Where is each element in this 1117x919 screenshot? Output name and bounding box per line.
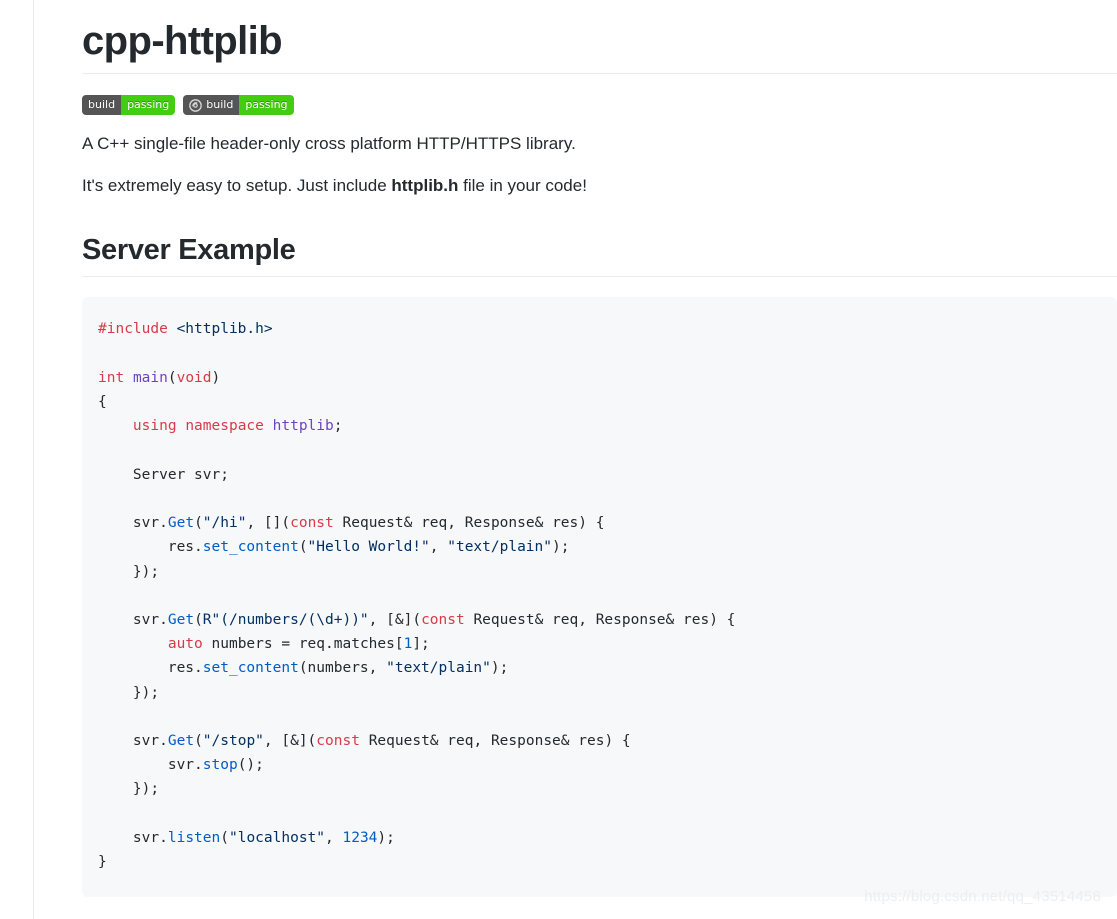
badge-row: build passing build passing xyxy=(82,95,1117,115)
setup-paragraph-prefix: It's extremely easy to setup. Just inclu… xyxy=(82,176,392,196)
appveyor-badge-status: passing xyxy=(239,95,294,115)
server-example-heading: Server Example xyxy=(82,233,296,266)
setup-paragraph: It's extremely easy to setup. Just inclu… xyxy=(82,173,1117,199)
intro-paragraph: A C++ single-file header-only cross plat… xyxy=(82,134,576,153)
code-content: #include <httplib.h> int main(void) { us… xyxy=(98,321,736,870)
title-divider xyxy=(82,73,1117,74)
travis-badge-status: passing xyxy=(121,95,176,115)
appveyor-build-badge[interactable]: build passing xyxy=(183,95,294,115)
appveyor-badge-label: build xyxy=(206,98,234,111)
travis-badge-left: build xyxy=(82,95,122,115)
travis-badge-label: build xyxy=(88,98,116,111)
appveyor-icon xyxy=(189,98,203,112)
server-example-code-block[interactable]: #include <httplib.h> int main(void) { us… xyxy=(82,297,1117,898)
appveyor-badge-left: build xyxy=(183,95,240,115)
section-divider xyxy=(82,276,1117,278)
travis-ci-build-badge[interactable]: build passing xyxy=(82,95,176,115)
setup-paragraph-suffix: file in your code! xyxy=(458,176,587,196)
httplib-header-filename: httplib.h xyxy=(391,176,459,196)
readme-page: cpp-httplib build passing build passing … xyxy=(0,0,1117,919)
readme-content: cpp-httplib build passing build passing … xyxy=(34,0,1117,919)
page-title: cpp-httplib xyxy=(82,19,283,63)
